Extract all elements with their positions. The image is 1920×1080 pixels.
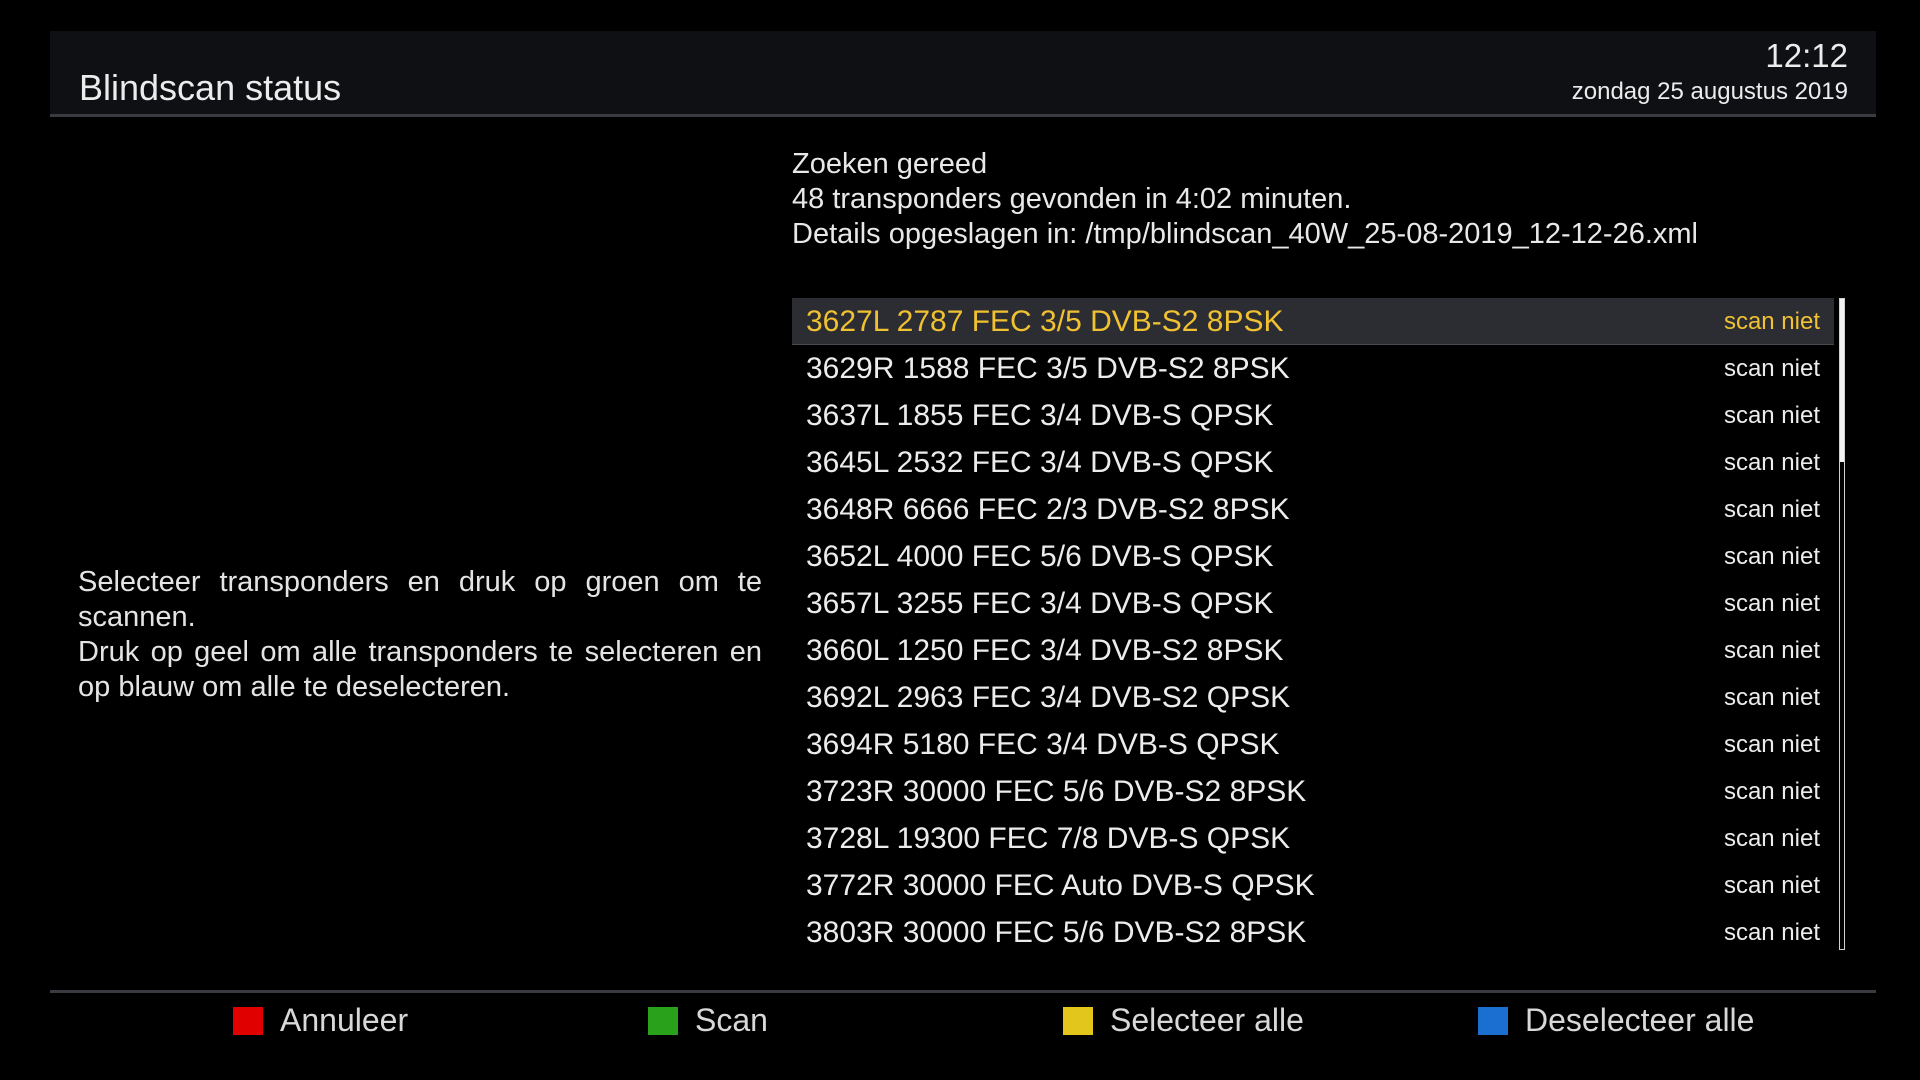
help-line-select: Selecteer transponders en druk op groen … — [78, 566, 762, 633]
transponder-row[interactable]: 3692L 2963 FEC 3/4 DVB-S2 QPSK scan niet — [792, 674, 1834, 721]
transponder-label: 3772R 30000 FEC Auto DVB-S QPSK — [806, 869, 1315, 902]
transponder-label: 3694R 5180 FEC 3/4 DVB-S QPSK — [806, 728, 1280, 761]
footer-divider — [50, 990, 1876, 993]
transponder-row[interactable]: 3627L 2787 FEC 3/5 DVB-S2 8PSK scan niet — [792, 298, 1834, 345]
help-text: Selecteer transponders en druk op groen … — [78, 565, 762, 705]
transponder-label: 3692L 2963 FEC 3/4 DVB-S2 QPSK — [806, 681, 1291, 714]
transponder-row[interactable]: 3629R 1588 FEC 3/5 DVB-S2 8PSK scan niet — [792, 345, 1834, 392]
transponder-label: 3803R 30000 FEC 5/6 DVB-S2 8PSK — [806, 916, 1307, 949]
transponder-list[interactable]: 3627L 2787 FEC 3/5 DVB-S2 8PSK scan niet 3… — [792, 298, 1834, 956]
red-button-label: Annuleer — [280, 1002, 409, 1038]
transponder-row[interactable]: 3772R 30000 FEC Auto DVB-S QPSK scan niet — [792, 862, 1834, 909]
transponder-row[interactable]: 3652L 4000 FEC 5/6 DVB-S QPSK scan niet — [792, 533, 1834, 580]
transponder-label: 3637L 1855 FEC 3/4 DVB-S QPSK — [806, 399, 1274, 432]
list-scrollbar[interactable] — [1839, 298, 1845, 950]
status-line-found: 48 transponders gevonden in 4:02 minuten… — [792, 183, 1352, 215]
transponder-row[interactable]: 3728L 19300 FEC 7/8 DVB-S QPSK scan niet — [792, 815, 1834, 862]
transponder-row[interactable]: 3645L 2532 FEC 3/4 DVB-S QPSK scan niet — [792, 439, 1834, 486]
transponder-label: 3629R 1588 FEC 3/5 DVB-S2 8PSK — [806, 352, 1290, 385]
scan-state: scan niet — [1723, 402, 1820, 429]
transponder-label: 3657L 3255 FEC 3/4 DVB-S QPSK — [806, 587, 1274, 620]
scan-state: scan niet — [1723, 778, 1820, 805]
scan-state: scan niet — [1723, 825, 1820, 852]
blue-button-label: Deselecteer alle — [1525, 1002, 1755, 1038]
transponder-row[interactable]: 3637L 1855 FEC 3/4 DVB-S QPSK scan niet — [792, 392, 1834, 439]
transponder-row[interactable]: 3803R 30000 FEC 5/6 DVB-S2 8PSK scan niet — [792, 909, 1834, 956]
scan-state: scan niet — [1723, 355, 1820, 382]
scan-state: scan niet — [1723, 731, 1820, 758]
blue-key-icon — [1478, 1007, 1508, 1035]
scan-state: scan niet — [1723, 684, 1820, 711]
transponder-label: 3645L 2532 FEC 3/4 DVB-S QPSK — [806, 446, 1274, 479]
transponder-row[interactable]: 3648R 6666 FEC 2/3 DVB-S2 8PSK scan niet — [792, 486, 1834, 533]
transponder-label: 3728L 19300 FEC 7/8 DVB-S QPSK — [806, 822, 1291, 855]
green-key-icon — [648, 1007, 678, 1035]
scan-state: scan niet — [1723, 543, 1820, 570]
scan-state: scan niet — [1723, 496, 1820, 523]
transponder-row[interactable]: 3657L 3255 FEC 3/4 DVB-S QPSK scan niet — [792, 580, 1834, 627]
transponder-row[interactable]: 3723R 30000 FEC 5/6 DVB-S2 8PSK scan niet — [792, 768, 1834, 815]
header-bar: Blindscan status 12:12 zondag 25 augustu… — [50, 31, 1876, 117]
page-title: Blindscan status — [79, 67, 342, 108]
status-line-saved: Details opgeslagen in: /tmp/blindscan_40… — [792, 218, 1698, 250]
scan-state: scan niet — [1723, 590, 1820, 617]
blindscan-status-screen: Blindscan status 12:12 zondag 25 augustu… — [0, 0, 1920, 1080]
transponder-row[interactable]: 3694R 5180 FEC 3/4 DVB-S QPSK scan niet — [792, 721, 1834, 768]
help-line-select-all: Druk op geel om alle transponders te sel… — [78, 636, 762, 703]
transponder-row[interactable]: 3660L 1250 FEC 3/4 DVB-S2 8PSK scan niet — [792, 627, 1834, 674]
scan-state: scan niet — [1723, 872, 1820, 899]
transponder-label: 3723R 30000 FEC 5/6 DVB-S2 8PSK — [806, 775, 1307, 808]
transponder-label: 3627L 2787 FEC 3/5 DVB-S2 8PSK — [806, 305, 1284, 338]
scan-state: scan niet — [1723, 308, 1820, 335]
scrollbar-thumb[interactable] — [1840, 299, 1844, 462]
transponder-label: 3652L 4000 FEC 5/6 DVB-S QPSK — [806, 540, 1274, 573]
transponder-label: 3648R 6666 FEC 2/3 DVB-S2 8PSK — [806, 493, 1290, 526]
status-line-done: Zoeken gereed — [792, 148, 988, 180]
yellow-button-label: Selecteer alle — [1110, 1002, 1304, 1038]
scan-state: scan niet — [1723, 637, 1820, 664]
transponder-label: 3660L 1250 FEC 3/4 DVB-S2 8PSK — [806, 634, 1284, 667]
scan-state: scan niet — [1723, 449, 1820, 476]
red-key-icon — [233, 1007, 263, 1035]
clock-date: zondag 25 augustus 2019 — [1571, 78, 1848, 105]
clock-time: 12:12 — [1765, 37, 1848, 74]
yellow-key-icon — [1063, 1007, 1093, 1035]
scan-state: scan niet — [1723, 919, 1820, 946]
scan-status-info: Zoeken gereed 48 transponders gevonden i… — [792, 147, 1698, 252]
green-button-label: Scan — [695, 1002, 768, 1038]
